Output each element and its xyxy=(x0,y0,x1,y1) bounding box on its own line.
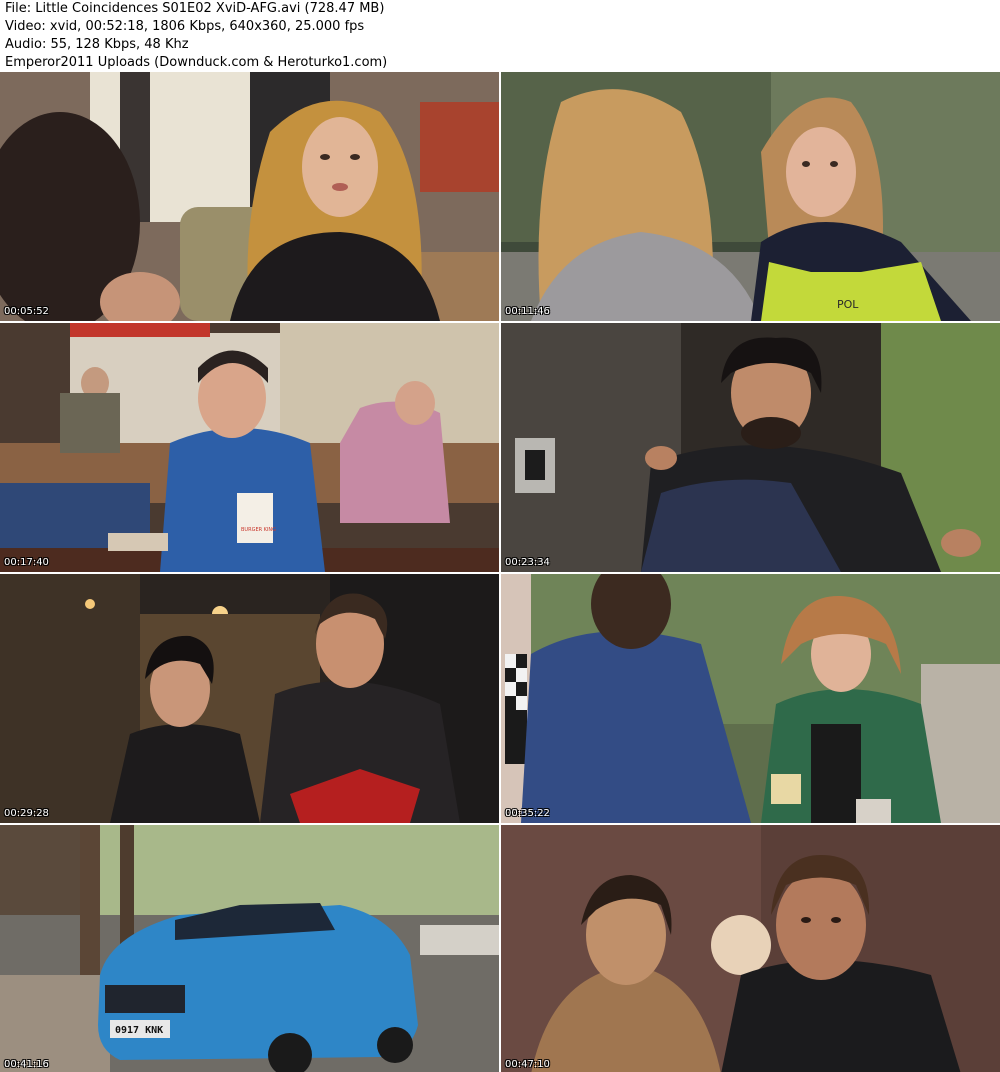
scene-5-image xyxy=(0,574,499,823)
scene-3-image: BURGER KING xyxy=(0,323,499,572)
thumbnail-1: 00:05:52 xyxy=(0,72,499,321)
timestamp-7: 00:41:16 xyxy=(4,1059,49,1070)
scene-4-image xyxy=(501,323,1000,572)
thumbnail-7: 0917 KNK 00:41:16 xyxy=(0,825,499,1072)
thumbnail-8: 00:47:10 xyxy=(501,825,1000,1072)
thumbnail-3: BURGER KING 00:17:40 xyxy=(0,323,499,572)
thumbnail-4: 00:23:34 xyxy=(501,323,1000,572)
timestamp-2: 00:11:46 xyxy=(505,306,550,317)
scene-6-image xyxy=(501,574,1000,823)
thumbnail-5: 00:29:28 xyxy=(0,574,499,823)
vest-text: POL xyxy=(837,298,859,311)
timestamp-1: 00:05:52 xyxy=(4,306,49,317)
scene-1-image xyxy=(0,72,499,321)
timestamp-5: 00:29:28 xyxy=(4,808,49,819)
audio-info-line: Audio: 55, 128 Kbps, 48 Khz xyxy=(5,37,189,52)
thumbnail-grid: 00:05:52 POL 00:11:46 BURGER KING 00:17:… xyxy=(0,72,1000,1072)
scene-2-image: POL xyxy=(501,72,1000,321)
timestamp-3: 00:17:40 xyxy=(4,557,49,568)
file-name-line: File: Little Coincidences S01E02 XviD-AF… xyxy=(5,1,385,16)
uploader-line: Emperor2011 Uploads (Downduck.com & Hero… xyxy=(5,55,388,70)
cup-brand-text: BURGER KING xyxy=(241,527,276,533)
thumbnail-2: POL 00:11:46 xyxy=(501,72,1000,321)
file-info-header: File: Little Coincidences S01E02 XviD-AF… xyxy=(0,0,1000,72)
timestamp-4: 00:23:34 xyxy=(505,557,550,568)
timestamp-6: 00:35:22 xyxy=(505,808,550,819)
scene-7-image: 0917 KNK xyxy=(0,825,499,1072)
license-plate-text: 0917 KNK xyxy=(115,1025,163,1036)
scene-8-image xyxy=(501,825,1000,1072)
video-info-line: Video: xvid, 00:52:18, 1806 Kbps, 640x36… xyxy=(5,19,365,34)
thumbnail-6: 00:35:22 xyxy=(501,574,1000,823)
timestamp-8: 00:47:10 xyxy=(505,1059,550,1070)
